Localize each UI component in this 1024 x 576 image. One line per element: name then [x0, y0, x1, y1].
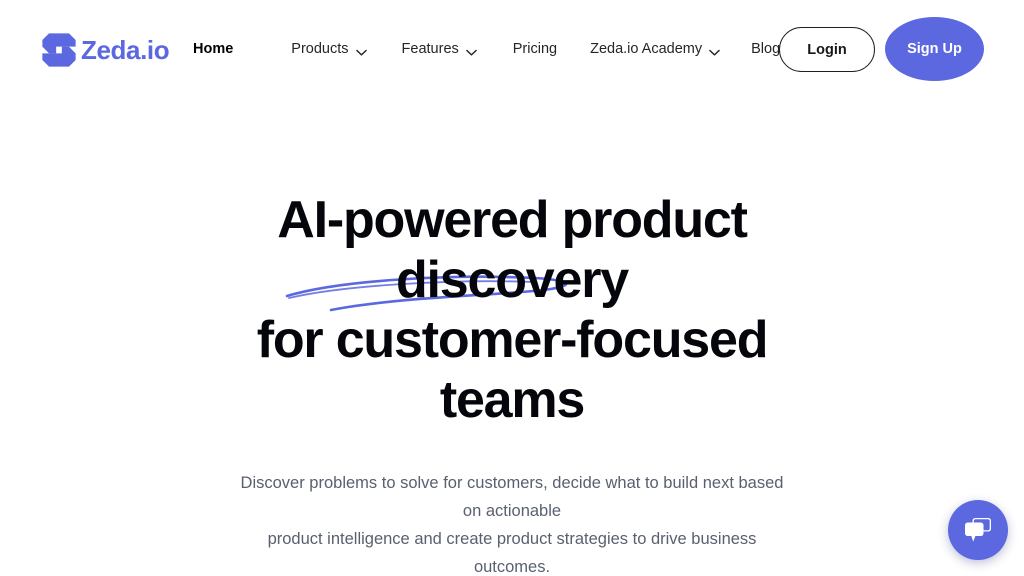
hero-subheadline: Discover problems to solve for customers…	[232, 469, 792, 576]
hero-section: AI-powered product discovery for custome…	[0, 190, 1024, 576]
nav-links: Home Products Features Pricing Zeda.io A…	[193, 0, 780, 98]
signup-button-label: Sign Up	[907, 40, 962, 57]
signup-button[interactable]: Sign Up	[885, 17, 984, 81]
nav-item-features[interactable]: Features	[402, 42, 477, 57]
zeda-logo-link[interactable]: Zeda.io	[40, 31, 170, 69]
site-navbar: Zeda.io Home Products Features Pricing Z…	[0, 0, 1024, 98]
nav-item-home[interactable]: Home	[193, 42, 233, 57]
chevron-down-icon	[709, 46, 720, 56]
subheadline-line-2: product intelligence and create product …	[267, 530, 757, 576]
login-button-label: Login	[807, 41, 847, 58]
headline-line-1: AI-powered product	[277, 191, 748, 249]
login-button[interactable]: Login	[779, 27, 875, 72]
headline-line-3: for customer-focused	[256, 311, 769, 369]
nav-item-label: Pricing	[512, 40, 558, 57]
headline-line-4: teams	[439, 371, 586, 429]
headline-line-2: discovery	[395, 251, 629, 309]
subheadline-line-1: Discover problems to solve for customers…	[240, 474, 784, 520]
nav-item-label: Blog	[751, 40, 781, 57]
zeda-z-arrow-logo-icon	[40, 31, 78, 69]
chat-bubbles-icon	[963, 516, 993, 544]
zeda-io-landing-page: Zeda.io Home Products Features Pricing Z…	[0, 0, 1024, 576]
nav-item-blog[interactable]: Blog	[751, 42, 780, 57]
nav-item-label: Products	[291, 40, 349, 57]
chevron-down-icon	[465, 46, 477, 56]
chat-widget-button[interactable]	[948, 500, 1008, 560]
headline-wrapper: AI-powered product discovery for custome…	[0, 190, 1024, 430]
nav-item-label: Home	[193, 40, 234, 57]
nav-item-pricing[interactable]: Pricing	[513, 42, 557, 57]
nav-item-label: Features	[401, 40, 459, 57]
nav-item-label: Zeda.io Academy	[590, 40, 703, 57]
chevron-down-icon	[355, 46, 367, 56]
logo-wordmark: Zeda.io	[81, 35, 170, 65]
nav-item-zeda-io-academy[interactable]: Zeda.io Academy	[590, 42, 720, 57]
nav-item-products[interactable]: Products	[291, 40, 367, 57]
page-title: AI-powered product discovery for custome…	[232, 190, 792, 430]
